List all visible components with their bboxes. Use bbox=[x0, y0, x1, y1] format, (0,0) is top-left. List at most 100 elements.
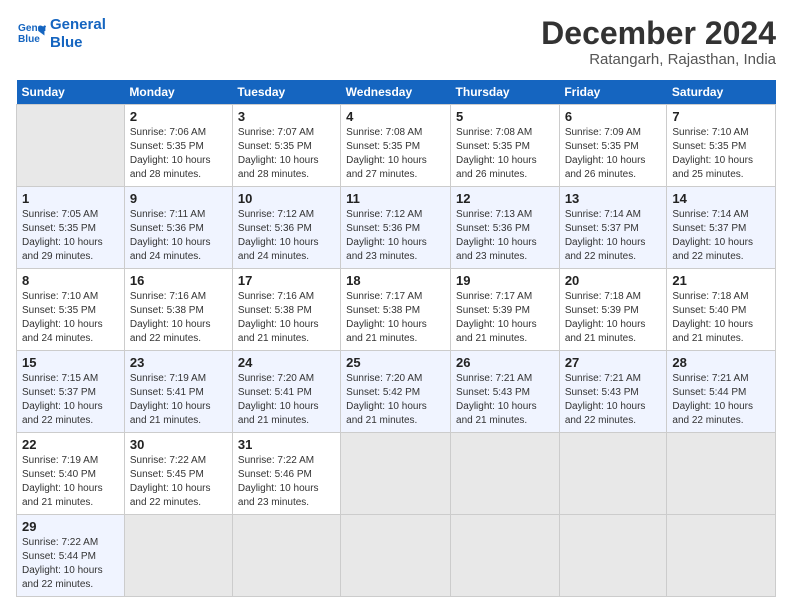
day-number: 27 bbox=[565, 355, 662, 370]
day-number: 13 bbox=[565, 191, 662, 206]
day-number: 12 bbox=[456, 191, 554, 206]
calendar-cell: 13 Sunrise: 7:14 AMSunset: 5:37 PMDayligh… bbox=[559, 187, 667, 269]
calendar-cell: 24 Sunrise: 7:20 AMSunset: 5:41 PMDayligh… bbox=[232, 351, 340, 433]
day-detail: Sunrise: 7:11 AMSunset: 5:36 PMDaylight:… bbox=[130, 208, 227, 264]
day-number: 9 bbox=[130, 191, 227, 206]
day-detail: Sunrise: 7:18 AMSunset: 5:40 PMDaylight:… bbox=[672, 290, 770, 346]
day-detail: Sunrise: 7:16 AMSunset: 5:38 PMDaylight:… bbox=[130, 290, 227, 346]
svg-text:Blue: Blue bbox=[18, 34, 40, 45]
day-number: 22 bbox=[22, 437, 119, 452]
day-detail: Sunrise: 7:08 AMSunset: 5:35 PMDaylight:… bbox=[346, 126, 445, 182]
day-number: 24 bbox=[238, 355, 335, 370]
day-detail: Sunrise: 7:10 AMSunset: 5:35 PMDaylight:… bbox=[672, 126, 770, 182]
day-number: 28 bbox=[672, 355, 770, 370]
calendar-cell bbox=[559, 515, 667, 597]
day-number: 15 bbox=[22, 355, 119, 370]
day-number: 16 bbox=[130, 273, 227, 288]
calendar-cell bbox=[17, 105, 125, 187]
day-detail: Sunrise: 7:22 AMSunset: 5:46 PMDaylight:… bbox=[238, 454, 335, 510]
calendar-cell: 8Sunrise: 7:10 AMSunset: 5:35 PMDaylight… bbox=[17, 269, 125, 351]
day-detail: Sunrise: 7:21 AMSunset: 5:43 PMDaylight:… bbox=[456, 372, 554, 428]
col-friday: Friday bbox=[559, 80, 667, 105]
logo-icon: General Blue bbox=[18, 20, 46, 48]
calendar-cell: 25Sunrise: 7:20 AMSunset: 5:42 PMDayligh… bbox=[341, 351, 451, 433]
calendar-cell: 5 Sunrise: 7:08 AMSunset: 5:35 PMDaylight… bbox=[451, 105, 560, 187]
title-block: December 2024 Ratangarh, Rajasthan, Indi… bbox=[541, 16, 776, 68]
day-number: 23 bbox=[130, 355, 227, 370]
col-saturday: Saturday bbox=[667, 80, 776, 105]
day-number: 17 bbox=[238, 273, 335, 288]
day-detail: Sunrise: 7:12 AMSunset: 5:36 PMDaylight:… bbox=[238, 208, 335, 264]
month-year-title: December 2024 bbox=[541, 16, 776, 51]
calendar-cell: 6Sunrise: 7:09 AMSunset: 5:35 PMDaylight… bbox=[559, 105, 667, 187]
calendar-header-row: Sunday Monday Tuesday Wednesday Thursday… bbox=[17, 80, 776, 105]
day-detail: Sunrise: 7:08 AMSunset: 5:35 PMDaylight:… bbox=[456, 126, 554, 182]
calendar-cell: 28Sunrise: 7:21 AMSunset: 5:44 PMDayligh… bbox=[667, 351, 776, 433]
calendar-cell: 22 Sunrise: 7:19 AMSunset: 5:40 PMDayligh… bbox=[17, 433, 125, 515]
calendar-row: 8Sunrise: 7:10 AMSunset: 5:35 PMDaylight… bbox=[17, 269, 776, 351]
calendar-cell: 17 Sunrise: 7:16 AMSunset: 5:38 PMDayligh… bbox=[232, 269, 340, 351]
day-detail: Sunrise: 7:05 AMSunset: 5:35 PMDaylight:… bbox=[22, 208, 119, 264]
calendar-header: General Blue General Blue December 2024 … bbox=[16, 16, 776, 68]
day-number: 1 bbox=[22, 191, 119, 206]
day-number: 11 bbox=[346, 191, 445, 206]
col-tuesday: Tuesday bbox=[232, 80, 340, 105]
col-monday: Monday bbox=[124, 80, 232, 105]
calendar-cell: 1 Sunrise: 7:05 AMSunset: 5:35 PMDaylight… bbox=[17, 187, 125, 269]
calendar-cell: 11Sunrise: 7:12 AMSunset: 5:36 PMDayligh… bbox=[341, 187, 451, 269]
calendar-cell: 31 Sunrise: 7:22 AMSunset: 5:46 PMDayligh… bbox=[232, 433, 340, 515]
day-detail: Sunrise: 7:17 AMSunset: 5:39 PMDaylight:… bbox=[456, 290, 554, 346]
calendar-cell: 7Sunrise: 7:10 AMSunset: 5:35 PMDaylight… bbox=[667, 105, 776, 187]
calendar-cell: 12 Sunrise: 7:13 AMSunset: 5:36 PMDayligh… bbox=[451, 187, 560, 269]
calendar-table: Sunday Monday Tuesday Wednesday Thursday… bbox=[16, 80, 776, 597]
calendar-row: 22 Sunrise: 7:19 AMSunset: 5:40 PMDayligh… bbox=[17, 433, 776, 515]
col-sunday: Sunday bbox=[17, 80, 125, 105]
col-thursday: Thursday bbox=[451, 80, 560, 105]
calendar-cell: 21 Sunrise: 7:18 AMSunset: 5:40 PMDayligh… bbox=[667, 269, 776, 351]
day-detail: Sunrise: 7:22 AMSunset: 5:45 PMDaylight:… bbox=[130, 454, 227, 510]
calendar-cell: 23 Sunrise: 7:19 AMSunset: 5:41 PMDayligh… bbox=[124, 351, 232, 433]
day-detail: Sunrise: 7:20 AMSunset: 5:41 PMDaylight:… bbox=[238, 372, 335, 428]
logo: General Blue General Blue bbox=[16, 16, 106, 52]
calendar-cell: 26 Sunrise: 7:21 AMSunset: 5:43 PMDayligh… bbox=[451, 351, 560, 433]
day-number: 21 bbox=[672, 273, 770, 288]
day-number: 10 bbox=[238, 191, 335, 206]
calendar-container: General Blue General Blue December 2024 … bbox=[0, 0, 792, 607]
day-number: 30 bbox=[130, 437, 227, 452]
day-number: 29 bbox=[22, 519, 119, 534]
day-detail: Sunrise: 7:09 AMSunset: 5:35 PMDaylight:… bbox=[565, 126, 662, 182]
calendar-cell: 29 Sunrise: 7:22 AMSunset: 5:44 PMDayligh… bbox=[17, 515, 125, 597]
calendar-cell: 20Sunrise: 7:18 AMSunset: 5:39 PMDayligh… bbox=[559, 269, 667, 351]
day-number: 5 bbox=[456, 109, 554, 124]
calendar-cell: 9 Sunrise: 7:11 AMSunset: 5:36 PMDaylight… bbox=[124, 187, 232, 269]
day-detail: Sunrise: 7:07 AMSunset: 5:35 PMDaylight:… bbox=[238, 126, 335, 182]
calendar-row: 29 Sunrise: 7:22 AMSunset: 5:44 PMDayligh… bbox=[17, 515, 776, 597]
logo-text-line2: Blue bbox=[50, 34, 106, 52]
calendar-cell bbox=[667, 433, 776, 515]
day-number: 26 bbox=[456, 355, 554, 370]
calendar-cell: 14Sunrise: 7:14 AMSunset: 5:37 PMDayligh… bbox=[667, 187, 776, 269]
day-number: 18 bbox=[346, 273, 445, 288]
day-detail: Sunrise: 7:18 AMSunset: 5:39 PMDaylight:… bbox=[565, 290, 662, 346]
day-detail: Sunrise: 7:22 AMSunset: 5:44 PMDaylight:… bbox=[22, 536, 119, 592]
calendar-cell bbox=[341, 433, 451, 515]
day-number: 14 bbox=[672, 191, 770, 206]
day-detail: Sunrise: 7:19 AMSunset: 5:40 PMDaylight:… bbox=[22, 454, 119, 510]
day-number: 19 bbox=[456, 273, 554, 288]
day-detail: Sunrise: 7:21 AMSunset: 5:43 PMDaylight:… bbox=[565, 372, 662, 428]
day-number: 4 bbox=[346, 109, 445, 124]
day-detail: Sunrise: 7:19 AMSunset: 5:41 PMDaylight:… bbox=[130, 372, 227, 428]
day-number: 31 bbox=[238, 437, 335, 452]
logo-text-line1: General bbox=[50, 16, 106, 34]
day-number: 25 bbox=[346, 355, 445, 370]
day-detail: Sunrise: 7:14 AMSunset: 5:37 PMDaylight:… bbox=[565, 208, 662, 264]
day-detail: Sunrise: 7:13 AMSunset: 5:36 PMDaylight:… bbox=[456, 208, 554, 264]
calendar-row: 1 Sunrise: 7:05 AMSunset: 5:35 PMDaylight… bbox=[17, 187, 776, 269]
calendar-cell: 15 Sunrise: 7:15 AMSunset: 5:37 PMDayligh… bbox=[17, 351, 125, 433]
calendar-row: 15 Sunrise: 7:15 AMSunset: 5:37 PMDayligh… bbox=[17, 351, 776, 433]
calendar-cell: 4 Sunrise: 7:08 AMSunset: 5:35 PMDaylight… bbox=[341, 105, 451, 187]
calendar-row: 2Sunrise: 7:06 AMSunset: 5:35 PMDaylight… bbox=[17, 105, 776, 187]
day-detail: Sunrise: 7:16 AMSunset: 5:38 PMDaylight:… bbox=[238, 290, 335, 346]
day-detail: Sunrise: 7:15 AMSunset: 5:37 PMDaylight:… bbox=[22, 372, 119, 428]
calendar-cell: 16 Sunrise: 7:16 AMSunset: 5:38 PMDayligh… bbox=[124, 269, 232, 351]
